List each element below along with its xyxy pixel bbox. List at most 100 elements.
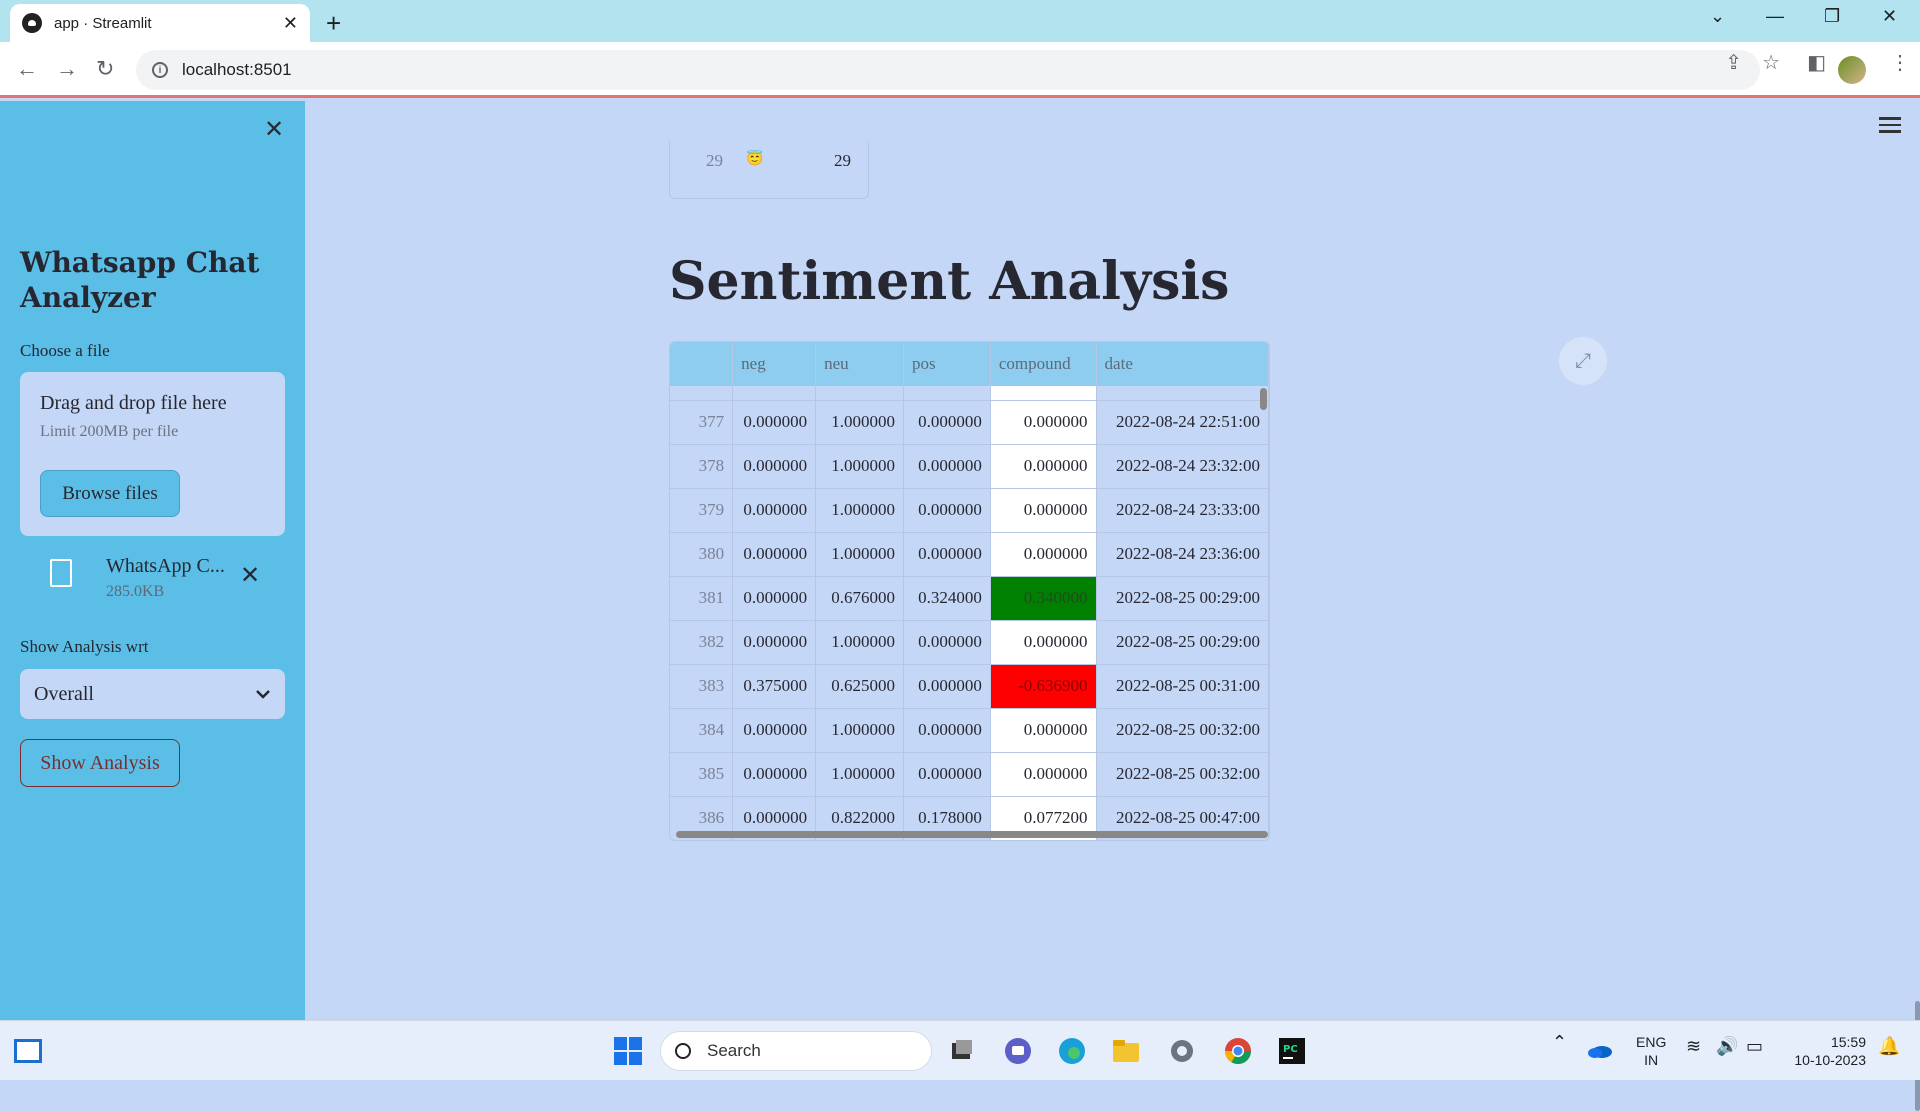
onedrive-cloud-icon[interactable] [1586, 1039, 1614, 1061]
neu-cell[interactable]: 1.000000 [815, 444, 904, 489]
neu-cell[interactable]: 1.000000 [815, 400, 904, 445]
row-index-cell[interactable]: 380 [670, 532, 734, 577]
column-header-pos[interactable]: pos [903, 342, 991, 386]
pos-cell[interactable]: 0.000000 [903, 708, 991, 753]
site-info-icon[interactable]: i [152, 62, 168, 78]
chrome-browser-icon[interactable] [1222, 1035, 1254, 1067]
neu-cell[interactable]: 0.676000 [815, 576, 904, 621]
neu-cell[interactable]: 1.000000 [815, 532, 904, 577]
compound-cell[interactable]: 0.000000 [990, 400, 1097, 445]
date-cell[interactable]: 2022-08-24 23:32:00 [1096, 444, 1269, 489]
task-view-icon[interactable] [946, 1035, 978, 1067]
neg-cell[interactable]: 0.000000 [732, 708, 817, 753]
wifi-icon[interactable]: ≋ [1686, 1037, 1701, 1055]
taskbar-search[interactable]: Search [660, 1031, 932, 1071]
browser-tab[interactable]: app · Streamlit ✕ [10, 4, 310, 42]
tab-search-icon[interactable]: ⌄ [1710, 6, 1725, 27]
neu-cell[interactable]: 1.000000 [815, 752, 904, 797]
date-cell[interactable]: 2022-08-25 00:32:00 [1096, 708, 1269, 753]
row-index-cell[interactable]: 383 [670, 664, 734, 709]
pos-cell[interactable]: 0.324000 [903, 576, 991, 621]
row-index-cell[interactable]: 377 [670, 400, 734, 445]
date-cell[interactable]: 2022-08-24 23:36:00 [1096, 532, 1269, 577]
language-indicator[interactable]: ENG IN [1636, 1033, 1666, 1069]
row-index-cell[interactable]: 382 [670, 620, 734, 665]
show-analysis-button[interactable]: Show Analysis [20, 739, 180, 787]
pos-cell[interactable]: 0.000000 [903, 488, 991, 533]
pycharm-icon[interactable]: PC [1276, 1035, 1308, 1067]
sidebar-close-icon[interactable]: ✕ [264, 115, 284, 144]
neg-cell[interactable]: 0.000000 [732, 576, 817, 621]
app-menu-icon[interactable] [1879, 117, 1901, 137]
compound-cell[interactable]: 0.000000 [990, 752, 1097, 797]
column-header-index[interactable] [670, 342, 734, 386]
date-cell[interactable]: 2022-08-25 00:32:00 [1096, 752, 1269, 797]
analysis-select[interactable]: Overall [20, 669, 285, 719]
side-panel-icon[interactable]: ◧ [1807, 50, 1826, 75]
row-index-cell[interactable]: 384 [670, 708, 734, 753]
neu-cell[interactable]: 1.000000 [815, 488, 904, 533]
neg-cell[interactable]: 0.000000 [732, 444, 817, 489]
browse-files-button[interactable]: Browse files [40, 470, 180, 517]
neu-cell[interactable]: 1.000000 [815, 620, 904, 665]
fullscreen-icon[interactable]: ⤢ [1559, 337, 1607, 385]
profile-avatar[interactable] [1838, 56, 1866, 84]
minimize-button[interactable]: — [1766, 6, 1784, 27]
date-cell[interactable]: 2022-08-25 00:29:00 [1096, 576, 1269, 621]
compound-cell[interactable]: 0.000000 [990, 488, 1097, 533]
neg-cell[interactable]: 0.000000 [732, 532, 817, 577]
date-cell[interactable]: 2022-08-24 22:51:00 [1096, 400, 1269, 445]
pos-cell[interactable]: 0.000000 [903, 400, 991, 445]
compound-cell[interactable]: 0.000000 [990, 444, 1097, 489]
file-explorer-icon[interactable] [1110, 1035, 1142, 1067]
row-index-cell[interactable]: 385 [670, 752, 734, 797]
pos-cell[interactable]: 0.000000 [903, 664, 991, 709]
pos-cell[interactable]: 0.000000 [903, 532, 991, 577]
sentiment-dataframe[interactable]: neg neu pos compound date 377 0.000000 1.0… [669, 341, 1270, 841]
compound-cell[interactable]: 0.000000 [990, 620, 1097, 665]
maximize-button[interactable]: ❐ [1824, 6, 1840, 27]
row-index-cell[interactable]: 378 [670, 444, 734, 489]
url-input[interactable]: i localhost:8501 [136, 50, 1760, 90]
date-cell[interactable]: 2022-08-25 00:29:00 [1096, 620, 1269, 665]
pos-cell[interactable]: 0.000000 [903, 444, 991, 489]
neg-cell[interactable]: 0.000000 [732, 400, 817, 445]
tab-close-icon[interactable]: ✕ [283, 13, 298, 34]
vertical-scrollbar[interactable] [1260, 388, 1267, 410]
settings-gear-icon[interactable] [1166, 1035, 1198, 1067]
reload-icon[interactable]: ↻ [96, 56, 114, 82]
browser-menu-icon[interactable]: ⋮ [1890, 50, 1910, 75]
back-icon[interactable]: ← [16, 56, 38, 82]
show-hidden-icons-chevron-icon[interactable]: ⌃ [1552, 1033, 1567, 1051]
compound-cell[interactable]: -0.636900 [990, 664, 1097, 709]
widgets-icon[interactable] [14, 1039, 42, 1063]
neg-cell[interactable]: 0.375000 [732, 664, 817, 709]
compound-cell[interactable]: 0.000000 [990, 532, 1097, 577]
remove-file-icon[interactable]: ✕ [240, 561, 260, 590]
close-window-button[interactable]: ✕ [1882, 6, 1897, 27]
compound-cell[interactable]: 0.000000 [990, 708, 1097, 753]
neu-cell[interactable]: 1.000000 [815, 708, 904, 753]
row-index-cell[interactable]: 379 [670, 488, 734, 533]
neg-cell[interactable]: 0.000000 [732, 488, 817, 533]
forward-icon[interactable]: → [56, 56, 78, 82]
pos-cell[interactable]: 0.000000 [903, 620, 991, 665]
date-cell[interactable]: 2022-08-25 00:31:00 [1096, 664, 1269, 709]
clock[interactable]: 15:59 10-10-2023 [1786, 1033, 1866, 1069]
pos-cell[interactable]: 0.000000 [903, 752, 991, 797]
column-header-neu[interactable]: neu [815, 342, 904, 386]
horizontal-scrollbar[interactable] [676, 831, 1268, 838]
compound-cell[interactable]: 0.340000 [990, 576, 1097, 621]
row-index-cell[interactable]: 381 [670, 576, 734, 621]
bookmark-star-icon[interactable]: ☆ [1762, 50, 1780, 75]
neu-cell[interactable]: 0.625000 [815, 664, 904, 709]
new-tab-button[interactable]: + [326, 8, 341, 39]
date-cell[interactable]: 2022-08-24 23:33:00 [1096, 488, 1269, 533]
volume-icon[interactable]: 🔊 [1716, 1037, 1738, 1055]
teams-chat-icon[interactable] [1002, 1035, 1034, 1067]
column-header-date[interactable]: date [1096, 342, 1269, 386]
edge-browser-icon[interactable] [1056, 1035, 1088, 1067]
neg-cell[interactable]: 0.000000 [732, 752, 817, 797]
file-dropzone[interactable]: Drag and drop file here Limit 200MB per … [20, 372, 285, 536]
notifications-icon[interactable]: 🔔 [1878, 1037, 1900, 1055]
